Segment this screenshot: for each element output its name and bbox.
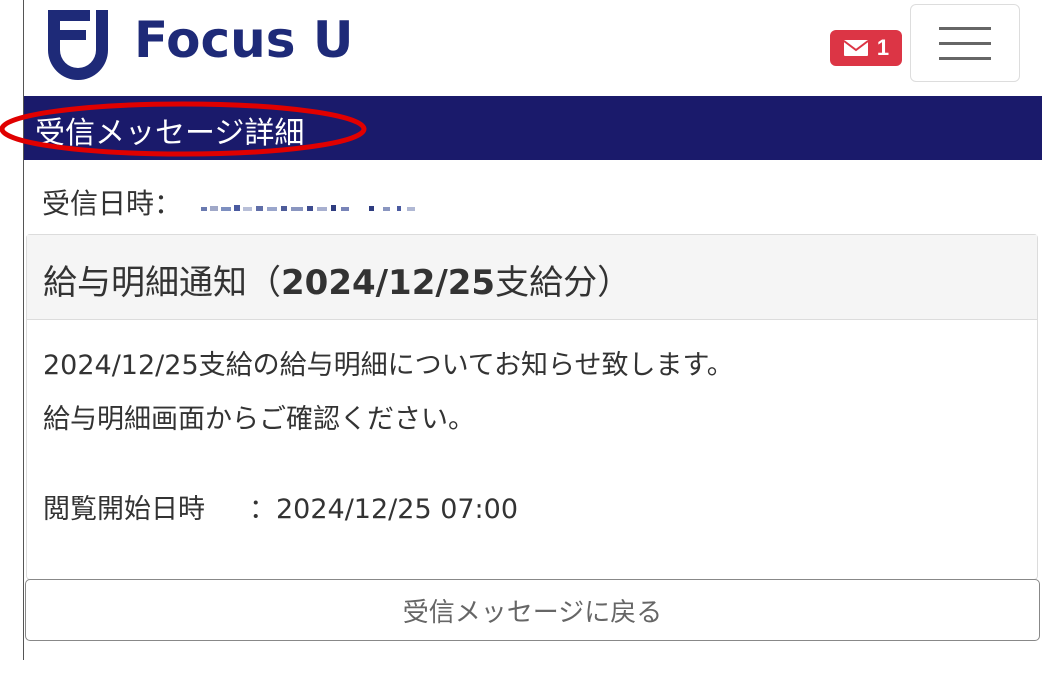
hamburger-menu-button[interactable] (910, 4, 1020, 82)
message-title-prefix: 給与明細通知（ (43, 263, 281, 303)
message-body: 2024/12/25支給の給与明細についてお知らせ致します。 給与明細画面からご… (43, 339, 734, 537)
message-body-line: 給与明細画面からご確認ください。 (43, 404, 475, 435)
message-card: 給与明細通知（2024/12/25支給分） 2024/12/25支給の給与明細に… (26, 234, 1038, 580)
logo[interactable]: Focus U (38, 2, 353, 86)
envelope-icon (843, 40, 869, 56)
view-start-label: 閲覧開始日時 (43, 494, 205, 525)
message-body-line: 2024/12/25支給の給与明細についてお知らせ致します。 (43, 350, 734, 381)
view-start-value: ：2024/12/25 07:00 (249, 494, 519, 525)
page-title-bar: 受信メッセージ詳細 (24, 96, 1042, 160)
message-card-header: 給与明細通知（2024/12/25支給分） (27, 235, 1037, 320)
received-label: 受信日時： (42, 187, 183, 220)
menu-bar-icon (939, 56, 991, 60)
mail-count: 1 (876, 35, 890, 60)
page-title: 受信メッセージ詳細 (35, 116, 305, 151)
menu-bar-icon (939, 41, 991, 45)
mail-notification-badge[interactable]: 1 (830, 30, 902, 66)
message-title-date: 2024/12/25 (281, 263, 496, 303)
view-start-datetime: 閲覧開始日時 ：2024/12/25 07:00 (43, 483, 734, 537)
page: Focus U 1 受信メッセージ詳細 受信日時： 給与明細通知（2024/12… (0, 0, 1042, 677)
back-to-inbox-button[interactable]: 受信メッセージに戻る (25, 579, 1040, 641)
menu-bar-icon (939, 26, 991, 30)
header: Focus U 1 (24, 0, 1042, 96)
received-datetime: 受信日時： (42, 182, 421, 222)
message-title: 給与明細通知（2024/12/25支給分） (43, 255, 631, 304)
message-title-suffix: 支給分） (495, 263, 632, 303)
received-value-redacted (200, 189, 421, 222)
focus-u-logo-icon (48, 10, 108, 80)
logo-text: Focus U (134, 11, 354, 69)
